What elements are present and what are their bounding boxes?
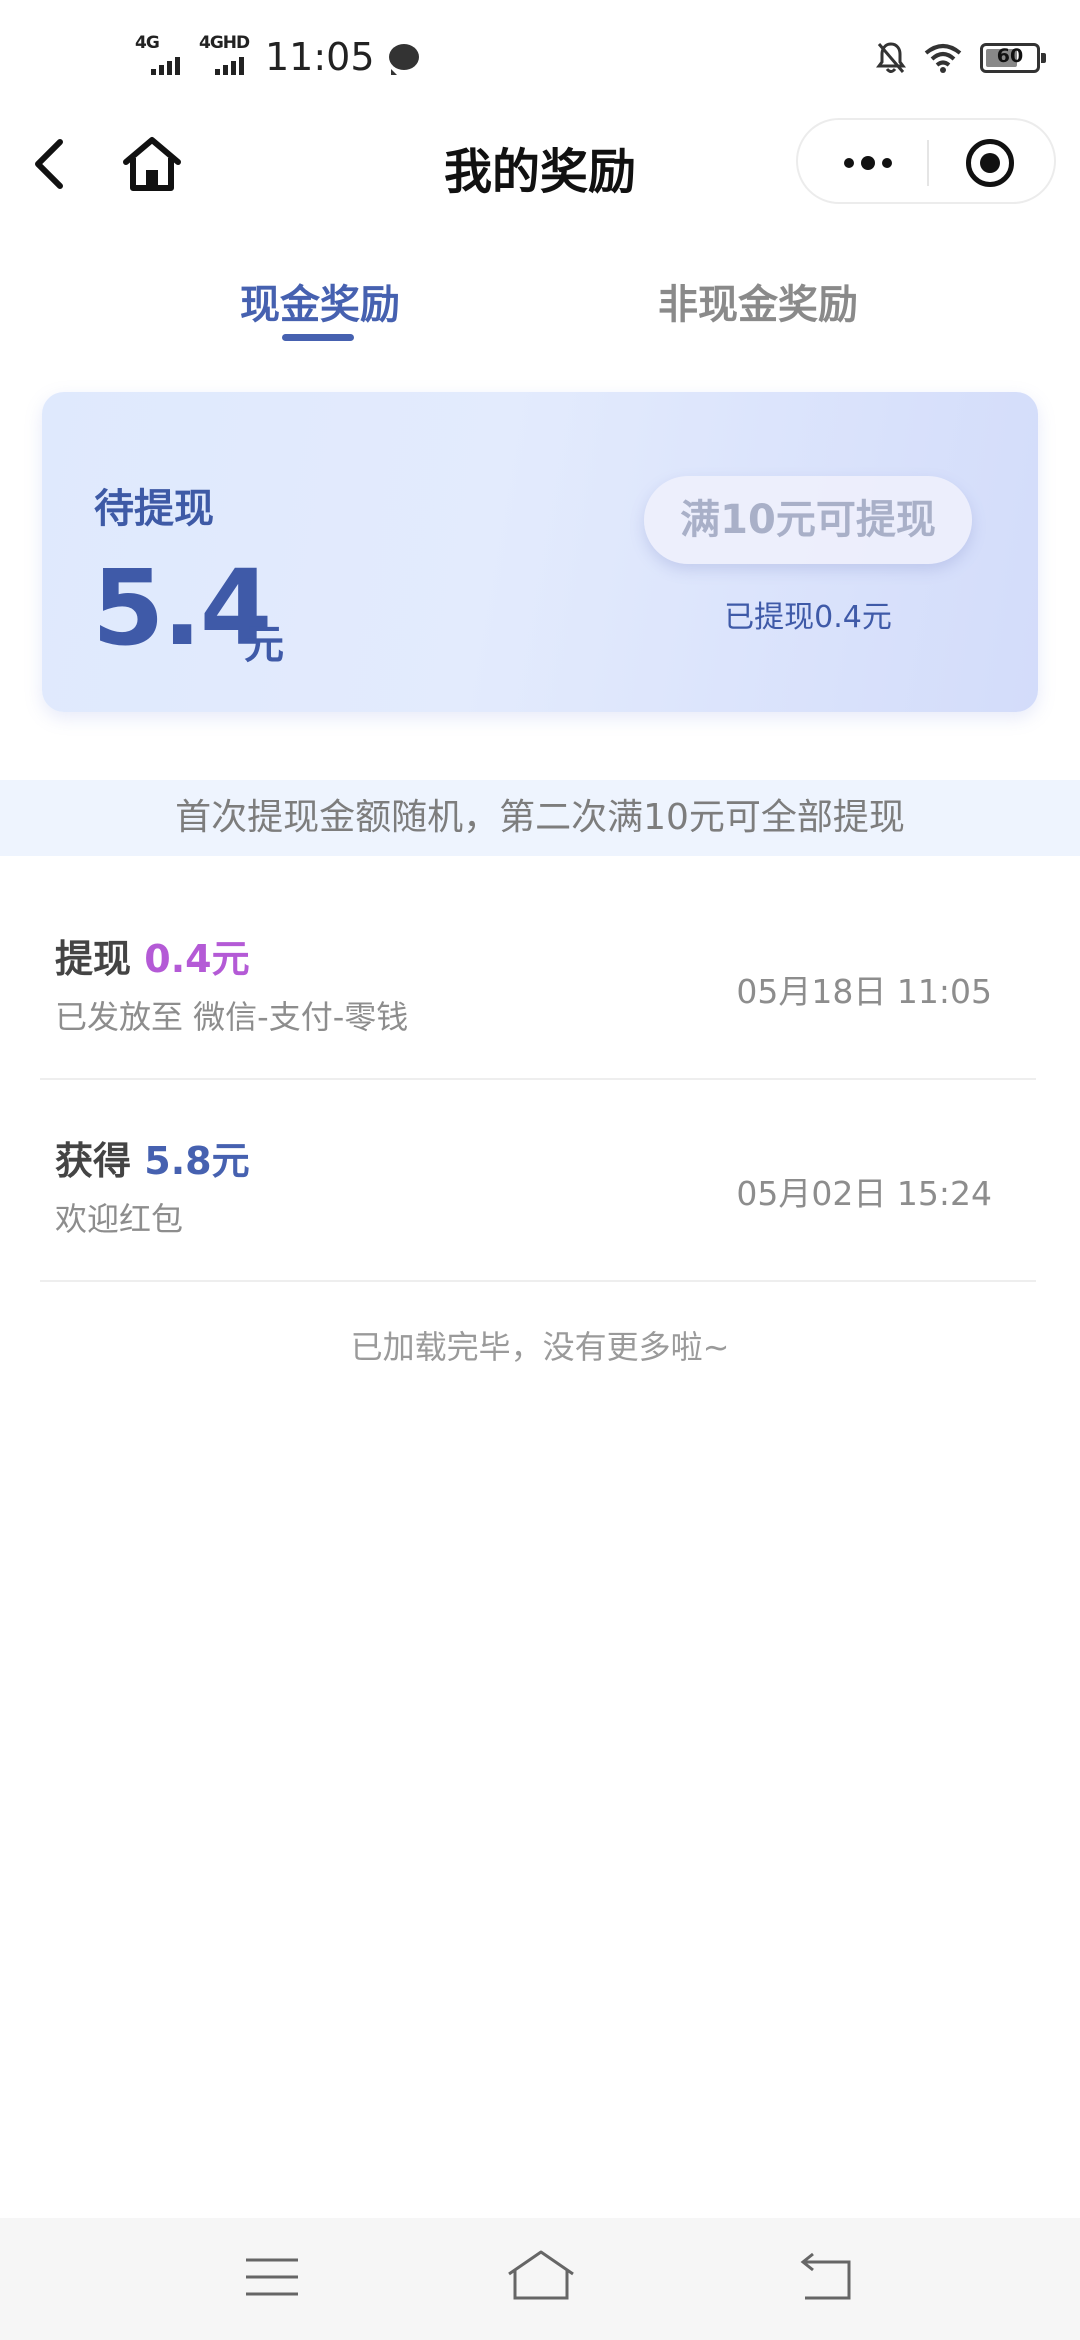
record-time: 05月02日 15:24 [736, 1174, 992, 1213]
chat-bubble-icon [388, 44, 419, 75]
withdraw-button[interactable]: 满10元可提现 [644, 476, 972, 564]
list-item: 获得 5.8元 欢迎红包 05月02日 15:24 [40, 1082, 1036, 1282]
signal-icon: 4GHD [199, 33, 253, 77]
record-amount: 0.4元 [144, 937, 250, 981]
record-subtitle: 已发放至 微信-支付-零钱 [55, 998, 409, 1036]
pending-withdraw-card: 待提现 5.4 元 满10元可提现 已提现0.4元 [42, 392, 1038, 712]
signal-icon: 4G [135, 33, 189, 77]
pending-unit: 元 [244, 622, 284, 668]
back-icon[interactable] [793, 2250, 855, 2304]
system-nav-bar [0, 2218, 1080, 2340]
list-end-note: 已加载完毕，没有更多啦~ [350, 1328, 730, 1366]
rewards-page: 4G 4GHD 11:05 60 我的奖励 现金奖励 非现金奖励 待提现 5.4… [0, 0, 1080, 2340]
status-left: 4G 4GHD 11:05 [135, 32, 419, 82]
active-tab-indicator [282, 334, 354, 341]
status-right: 60 [876, 36, 1046, 80]
list-item: 提现 0.4元 已发放至 微信-支付-零钱 05月18日 11:05 [40, 880, 1036, 1080]
record-action: 提现 [55, 937, 132, 981]
network-type-2: 4GHD [199, 33, 250, 53]
nav-bar: 我的奖励 [0, 110, 1080, 220]
close-target-icon[interactable] [966, 139, 1014, 187]
pending-label: 待提现 [94, 486, 214, 532]
capsule-divider [927, 140, 929, 186]
status-time: 11:05 [265, 35, 375, 79]
record-subtitle: 欢迎红包 [55, 1200, 184, 1238]
withdrawn-amount-text: 已提现0.4元 [724, 600, 892, 635]
menu-icon[interactable] [244, 2254, 300, 2300]
battery-level: 60 [996, 45, 1024, 67]
wifi-icon [924, 44, 962, 73]
record-time: 05月18日 11:05 [736, 972, 992, 1011]
record-action: 获得 [55, 1139, 132, 1183]
bell-muted-icon [876, 42, 906, 73]
home-icon[interactable] [505, 2248, 577, 2306]
mini-program-capsule [796, 118, 1056, 204]
record-title: 提现 0.4元 [55, 928, 250, 983]
status-bar: 4G 4GHD 11:05 60 [0, 0, 1080, 110]
tab-noncash-rewards[interactable]: 非现金奖励 [588, 272, 928, 330]
reward-tabs: 现金奖励 非现金奖励 [0, 262, 1080, 352]
withdraw-notice: 首次提现金额随机，第二次满10元可全部提现 [0, 780, 1080, 856]
record-title: 获得 5.8元 [55, 1130, 250, 1185]
record-amount: 5.8元 [144, 1139, 250, 1183]
more-dots-icon[interactable] [828, 138, 908, 188]
tab-cash-rewards[interactable]: 现金奖励 [150, 272, 490, 330]
battery-icon: 60 [980, 43, 1046, 73]
network-type-1: 4G [135, 33, 160, 53]
